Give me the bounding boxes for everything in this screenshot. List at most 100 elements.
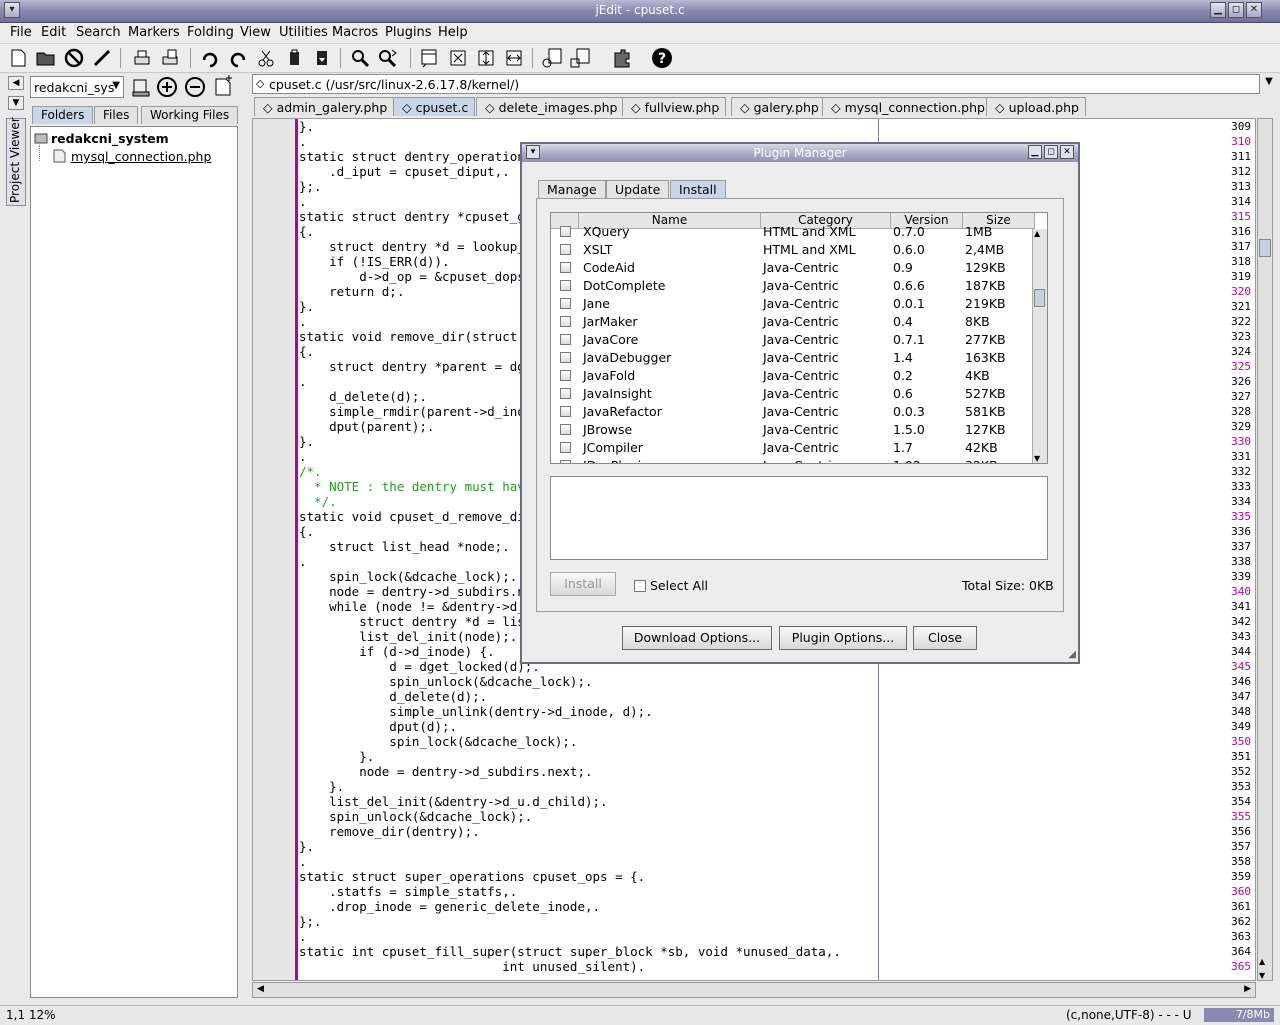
plugin-row[interactable]: JBrowse Java-Centric 1.5.0 127KB [551, 421, 1033, 439]
dialog-minimize-icon[interactable]: ▁ [1028, 145, 1042, 159]
add-project-icon[interactable] [156, 76, 178, 98]
plugin-row[interactable]: JavaDebugger Java-Centric 1.4 163KB [551, 349, 1033, 367]
redo-icon[interactable] [226, 46, 250, 70]
menu-edit[interactable]: Edit [41, 25, 66, 40]
memory-status[interactable]: 7/8Mb [1204, 1008, 1274, 1022]
plugin-row[interactable]: JDocPlugin Java-Centric 1.02 32KB [551, 457, 1033, 463]
close-icon[interactable]: ✕ [1246, 2, 1262, 18]
plugin-row[interactable]: JavaCore Java-Centric 0.7.1 277KB [551, 331, 1033, 349]
editor-horizontal-scrollbar[interactable]: ◀ ▶ [252, 982, 1256, 998]
menu-file[interactable]: File [10, 25, 32, 40]
plugin-checkbox[interactable] [560, 370, 571, 381]
buffer-options-icon[interactable] [540, 46, 564, 70]
split-horizontal-icon[interactable] [474, 46, 498, 70]
tab-working-files[interactable]: Working Files [141, 106, 239, 124]
remove-project-icon[interactable] [184, 76, 206, 98]
plugin-row[interactable]: Jane Java-Centric 0.0.1 219KB [551, 295, 1033, 313]
menu-macros[interactable]: Macros [332, 25, 378, 40]
file-tab-galery[interactable]: ◇ galery.php [731, 97, 826, 116]
window-menu-icon[interactable]: ▾ [4, 2, 20, 18]
plugin-row[interactable]: JarMaker Java-Centric 0.4 8KB [551, 313, 1033, 331]
close-button[interactable]: Close [913, 626, 977, 650]
find-next-icon[interactable] [376, 46, 400, 70]
help-icon[interactable]: ? [650, 46, 674, 70]
file-tab-delete-images[interactable]: ◇ delete_images.php [476, 97, 625, 116]
editor-vertical-scrollbar[interactable]: ▲ ▼ [1257, 118, 1273, 981]
project-selector[interactable]: redakcni_sys ▼ [30, 76, 124, 98]
plugin-checkbox[interactable] [560, 406, 571, 417]
plugin-checkbox[interactable] [560, 226, 571, 237]
page-setup-icon[interactable] [158, 46, 182, 70]
new-project-file-icon[interactable] [212, 74, 236, 98]
maximize-icon[interactable]: ◻ [1228, 2, 1244, 18]
plugin-row[interactable]: JavaInsight Java-Centric 0.6 527KB [551, 385, 1033, 403]
plugin-checkbox[interactable] [560, 262, 571, 273]
dialog-maximize-icon[interactable]: ◻ [1044, 145, 1058, 159]
buffer-switcher[interactable]: ◇ cpuset.c (/usr/src/linux-2.6.17.8/kern… [252, 74, 1260, 94]
open-folder-icon[interactable] [34, 46, 58, 70]
plugin-checkbox[interactable] [560, 316, 571, 327]
plugin-checkbox[interactable] [560, 244, 571, 255]
project-viewer-dock-tab[interactable]: Project Viewer [6, 117, 26, 206]
split-window-icon[interactable] [418, 46, 442, 70]
minimize-icon[interactable]: ▁ [1210, 2, 1226, 18]
print-icon[interactable] [130, 46, 154, 70]
dialog-close-icon[interactable]: ✕ [1060, 145, 1074, 159]
tab-manage[interactable]: Manage [538, 180, 606, 198]
plugin-row[interactable]: JavaRefactor Java-Centric 0.0.3 581KB [551, 403, 1033, 421]
plugin-checkbox[interactable] [560, 388, 571, 399]
split-vertical-icon[interactable] [502, 46, 526, 70]
dock-menu-icon[interactable]: ▼ [8, 96, 24, 110]
buffer-dropdown-icon[interactable]: ▼ [1262, 76, 1276, 92]
plugin-row[interactable]: XQuery HTML and XML 0.7.0 1MB [551, 223, 1033, 241]
menu-folding[interactable]: Folding [187, 25, 234, 40]
plugin-row[interactable]: JavaFold Java-Centric 0.2 4KB [551, 367, 1033, 385]
resize-grip-icon[interactable]: ◢ [1068, 649, 1076, 660]
plugin-checkbox[interactable] [560, 460, 571, 463]
paste-icon[interactable] [310, 46, 334, 70]
file-tab-fullview[interactable]: ◇ fullview.php [622, 97, 727, 116]
file-tab-mysql-connection[interactable]: ◇ mysql_connection.php [822, 97, 992, 116]
find-icon[interactable] [348, 46, 372, 70]
menu-markers[interactable]: Markers [128, 25, 180, 40]
menu-plugins[interactable]: Plugins [385, 25, 432, 40]
undo-icon[interactable] [198, 46, 222, 70]
menu-search[interactable]: Search [76, 25, 121, 40]
scroll-right-icon[interactable]: ▶ [1244, 984, 1251, 994]
new-file-icon[interactable] [6, 46, 30, 70]
tab-install[interactable]: Install [670, 180, 726, 198]
copy-icon[interactable] [282, 46, 306, 70]
download-options-button[interactable]: Download Options... [622, 626, 772, 650]
plugin-row[interactable]: XSLT HTML and XML 0.6.0 2,4MB [551, 241, 1033, 259]
scroll-down-icon[interactable]: ▼ [1259, 971, 1265, 980]
edit-pencil-icon[interactable] [90, 46, 114, 70]
menu-view[interactable]: View [240, 25, 271, 40]
scroll-up-icon[interactable]: ▲ [1259, 957, 1265, 966]
plugin-row[interactable]: DotComplete Java-Centric 0.6.6 187KB [551, 277, 1033, 295]
scroll-down-icon[interactable]: ▼ [1034, 454, 1040, 463]
file-tab-admin-galery[interactable]: ◇ admin_galery.php [254, 97, 395, 116]
project-drive-icon[interactable] [130, 76, 152, 98]
project-root[interactable]: redakcni_system [51, 131, 169, 146]
scroll-up-icon[interactable]: ▲ [1034, 229, 1040, 238]
tab-update[interactable]: Update [606, 180, 670, 198]
menu-utilities[interactable]: Utilities [279, 25, 328, 40]
plugin-table-scrollbar[interactable]: ▲ ▼ [1032, 229, 1047, 463]
plugin-checkbox[interactable] [560, 442, 571, 453]
menu-help[interactable]: Help [438, 25, 468, 40]
file-tab-cpuset[interactable]: ◇ cpuset.c [393, 97, 476, 116]
global-options-icon[interactable] [568, 46, 592, 70]
plugin-options-button[interactable]: Plugin Options... [779, 626, 907, 650]
plugin-row[interactable]: CodeAid Java-Centric 0.9 129KB [551, 259, 1033, 277]
scroll-left-icon[interactable]: ◀ [257, 984, 264, 994]
install-button[interactable]: Install [550, 572, 616, 596]
plugin-row[interactable]: JCompiler Java-Centric 1.7 42KB [551, 439, 1033, 457]
tab-files[interactable]: Files [94, 106, 139, 124]
dock-collapse-icon[interactable]: ◀ [8, 76, 24, 90]
select-all-checkbox[interactable] [634, 580, 646, 592]
plugin-checkbox[interactable] [560, 424, 571, 435]
scroll-thumb[interactable] [1259, 239, 1271, 257]
plugin-checkbox[interactable] [560, 280, 571, 291]
close-buffer-icon[interactable] [62, 46, 86, 70]
plugin-checkbox[interactable] [560, 298, 571, 309]
